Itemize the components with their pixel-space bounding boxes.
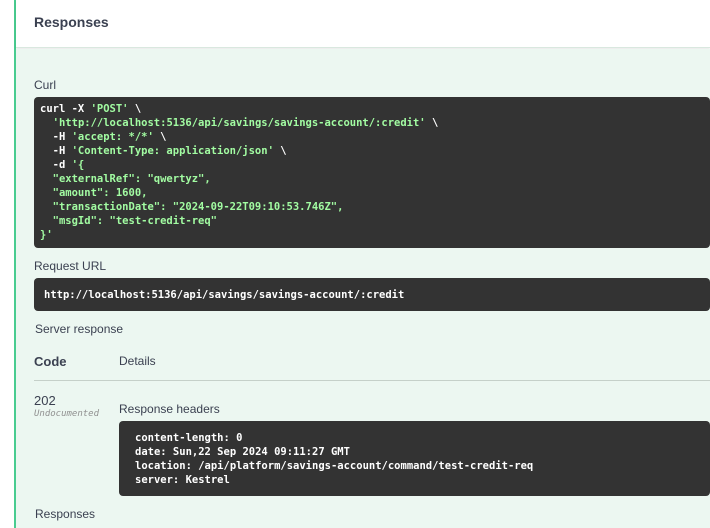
response-header-line: location: /api/platform/savings-account/… xyxy=(135,460,534,472)
curl-line-3: -H 'accept: */*' \ xyxy=(40,131,167,143)
curl-line-1: curl -X 'POST' \ xyxy=(40,103,142,115)
table-header-divider xyxy=(34,380,710,381)
curl-body-line: "amount": 1600, xyxy=(40,187,148,199)
curl-body-line: "msgId": "test-credit-req" xyxy=(40,215,218,227)
curl-label: Curl xyxy=(34,78,57,92)
curl-body-line: "transactionDate": "2024-09-22T09:10:53.… xyxy=(40,201,344,213)
responses-title: Responses xyxy=(34,14,109,30)
code-column-header: Code xyxy=(34,354,67,369)
response-header-line: server: Kestrel xyxy=(135,474,230,486)
response-headers-label: Response headers xyxy=(119,402,220,416)
response-status-code: 202 xyxy=(34,393,56,408)
curl-body-line: "externalRef": "qwertyz", xyxy=(40,173,211,185)
request-url-value: http://localhost:5136/api/savings/saving… xyxy=(44,289,405,301)
undocumented-badge: Undocumented xyxy=(34,409,100,419)
curl-line-4: -H 'Content-Type: application/json' \ xyxy=(40,145,287,157)
response-header-line: content-length: 0 xyxy=(135,432,243,444)
response-headers-block[interactable]: content-length: 0 date: Sun,22 Sep 2024 … xyxy=(119,421,710,496)
server-response-label: Server response xyxy=(35,322,124,336)
curl-line-2: 'http://localhost:5136/api/savings/savin… xyxy=(52,117,439,129)
curl-line-5: -d '{ xyxy=(40,159,85,171)
responses-section-header: Responses xyxy=(16,0,710,48)
curl-closing-line: }' xyxy=(40,229,53,241)
response-header-line: date: Sun,22 Sep 2024 09:11:27 GMT xyxy=(135,446,350,458)
request-url-label: Request URL xyxy=(34,259,107,273)
responses-footer-label: Responses xyxy=(35,507,96,521)
request-url-block[interactable]: http://localhost:5136/api/savings/saving… xyxy=(34,278,710,311)
curl-code-block[interactable]: curl -X 'POST' \ 'http://localhost:5136/… xyxy=(34,97,710,248)
details-column-header: Details xyxy=(119,354,156,368)
